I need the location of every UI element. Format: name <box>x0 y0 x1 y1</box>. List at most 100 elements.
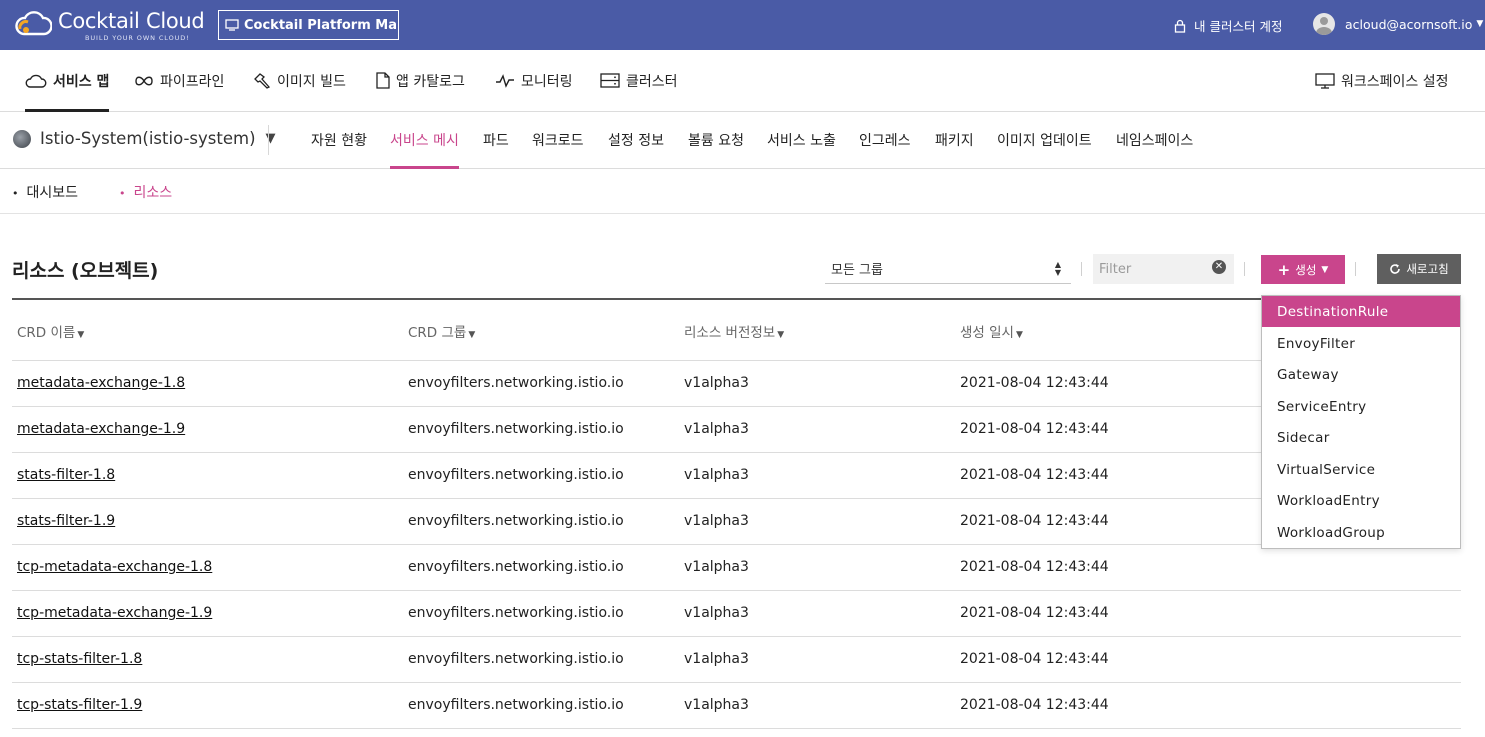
tab-image-update[interactable]: 이미지 업데이트 <box>997 112 1092 168</box>
brand-tagline: BUILD YOUR OWN CLOUD! <box>85 34 190 42</box>
menu-item-sidecar[interactable]: Sidecar <box>1262 422 1460 453</box>
crd-group-cell: envoyfilters.networking.istio.io <box>408 697 624 713</box>
column-header-resource-version[interactable]: 리소스 버전정보 ▼ <box>684 321 784 341</box>
nav-item-label: 서비스 맵 <box>53 73 110 90</box>
tab-label: 파드 <box>483 133 509 149</box>
table-row: tcp-stats-filter-1.9 envoyfilters.networ… <box>12 683 1461 729</box>
namespace-selector[interactable]: Istio-System(istio-system) ▼ <box>13 129 276 148</box>
group-select-value: 모든 그룹 <box>831 263 883 278</box>
table-header: CRD 이름 ▼ CRD 그룹 ▼ 리소스 버전정보 ▼ 생성 일시 ▼ <box>12 300 1461 361</box>
column-label: CRD 이름 <box>17 325 76 341</box>
refresh-button[interactable]: 새로고침 <box>1377 254 1461 284</box>
crd-name-link[interactable]: stats-filter-1.8 <box>17 467 115 483</box>
divider <box>268 125 269 155</box>
tab-label: 볼륨 요청 <box>688 133 744 149</box>
create-button-label: 생성 <box>1295 262 1317 277</box>
crd-group-cell: envoyfilters.networking.istio.io <box>408 467 624 483</box>
workspace-settings-link[interactable]: 워크스페이스 설정 <box>1315 50 1449 111</box>
crd-name-link[interactable]: metadata-exchange-1.9 <box>17 421 185 437</box>
tab-config[interactable]: 설정 정보 <box>608 112 664 168</box>
column-header-created-at[interactable]: 생성 일시 ▼ <box>960 321 1023 341</box>
table-row: metadata-exchange-1.8 envoyfilters.netwo… <box>12 361 1461 407</box>
user-email: acloud@acornsoft.io <box>1345 16 1473 32</box>
menu-item-destination-rule[interactable]: DestinationRule <box>1262 296 1460 327</box>
tab-label: 이미지 업데이트 <box>997 133 1092 149</box>
hammer-icon <box>254 72 271 89</box>
version-cell: v1alpha3 <box>684 421 749 437</box>
tab-packages[interactable]: 패키지 <box>935 112 974 168</box>
group-select[interactable]: 모든 그룹 ▲ ▼ <box>825 254 1071 284</box>
tab-label: 자원 현황 <box>311 133 367 149</box>
create-button[interactable]: + 생성 ▼ <box>1261 255 1345 284</box>
sort-down-icon: ▼ <box>1015 330 1023 340</box>
crd-group-cell: envoyfilters.networking.istio.io <box>408 651 624 667</box>
tab-service-exposure[interactable]: 서비스 노출 <box>767 112 836 168</box>
menu-item-workload-group[interactable]: WorkloadGroup <box>1262 517 1460 548</box>
tab-service-mesh[interactable]: 서비스 메시 <box>390 112 459 169</box>
user-menu[interactable]: acloud@acornsoft.io ▼ <box>1313 13 1483 35</box>
tab-namespace[interactable]: 네임스페이스 <box>1116 112 1193 168</box>
tab-label: 설정 정보 <box>608 133 664 149</box>
nav-item-cluster[interactable]: 클러스터 <box>600 50 678 111</box>
menu-item-service-entry[interactable]: ServiceEntry <box>1262 391 1460 422</box>
version-cell: v1alpha3 <box>684 467 749 483</box>
crd-name-link[interactable]: metadata-exchange-1.8 <box>17 375 185 391</box>
nav-item-service-map[interactable]: 서비스 맵 <box>25 50 110 112</box>
column-header-crd-name[interactable]: CRD 이름 ▼ <box>17 321 84 341</box>
nav-item-label: 앱 카탈로그 <box>396 73 465 90</box>
column-label: CRD 그룹 <box>408 325 467 341</box>
brand-name: Cocktail Cloud <box>58 9 205 33</box>
tab-resource-status[interactable]: 자원 현황 <box>311 112 367 168</box>
created-at-cell: 2021-08-04 12:43:44 <box>960 697 1109 713</box>
tab-resources[interactable]: 리소스 <box>119 182 173 202</box>
column-label: 생성 일시 <box>960 325 1014 341</box>
refresh-button-label: 새로고침 <box>1406 262 1449 276</box>
menu-item-virtual-service[interactable]: VirtualService <box>1262 454 1460 485</box>
tab-ingress[interactable]: 인그레스 <box>859 112 911 168</box>
nav-item-image-build[interactable]: 이미지 빌드 <box>253 50 346 111</box>
nav-item-label: 이미지 빌드 <box>277 73 346 90</box>
menu-item-gateway[interactable]: Gateway <box>1262 359 1460 390</box>
tab-dashboard[interactable]: 대시보드 <box>12 182 79 202</box>
created-at-cell: 2021-08-04 12:43:44 <box>960 513 1109 529</box>
main-nav: 서비스 맵 파이프라인 이미지 빌드 앱 카탈로그 모니터링 클러스터 워크스페… <box>0 50 1485 112</box>
menu-item-workload-entry[interactable]: WorkloadEntry <box>1262 485 1460 516</box>
crd-name-link[interactable]: tcp-stats-filter-1.8 <box>17 651 142 667</box>
crd-name-link[interactable]: stats-filter-1.9 <box>17 513 115 529</box>
nav-item-pipeline[interactable]: 파이프라인 <box>134 50 224 111</box>
plus-icon: + <box>1277 260 1291 279</box>
top-bar: Cocktail Cloud BUILD YOUR OWN CLOUD! Coc… <box>0 0 1485 50</box>
namespace-status-icon <box>13 129 31 148</box>
tab-label: 네임스페이스 <box>1116 133 1194 149</box>
menu-item-envoy-filter[interactable]: EnvoyFilter <box>1262 328 1460 359</box>
chevron-down-icon: ▼ <box>1476 19 1484 29</box>
tab-workloads[interactable]: 워크로드 <box>532 112 584 168</box>
crd-name-link[interactable]: tcp-metadata-exchange-1.8 <box>17 559 212 575</box>
tab-volume-claims[interactable]: 볼륨 요청 <box>688 112 744 168</box>
tab-pods[interactable]: 파드 <box>483 112 509 168</box>
divider <box>1244 262 1245 276</box>
tab-label: 패키지 <box>935 133 974 149</box>
column-header-crd-group[interactable]: CRD 그룹 ▼ <box>408 321 475 341</box>
monitor-icon <box>225 19 239 31</box>
sort-down-icon: ▼ <box>77 330 85 340</box>
nav-item-monitoring[interactable]: 모니터링 <box>495 50 573 111</box>
crd-name-link[interactable]: tcp-stats-filter-1.9 <box>17 697 142 713</box>
clear-filter-icon[interactable]: ✕ <box>1212 260 1226 274</box>
crd-name-link[interactable]: tcp-metadata-exchange-1.9 <box>17 605 212 621</box>
table-row: tcp-stats-filter-1.8 envoyfilters.networ… <box>12 637 1461 683</box>
nav-item-app-catalog[interactable]: 앱 카탈로그 <box>376 50 465 111</box>
column-label: 리소스 버전정보 <box>684 325 776 341</box>
table-row: metadata-exchange-1.9 envoyfilters.netwo… <box>12 407 1461 453</box>
document-icon <box>376 72 390 89</box>
tab-label: 서비스 메시 <box>390 133 459 149</box>
pulse-icon <box>496 73 514 88</box>
lock-icon <box>1174 19 1186 33</box>
platform-selector[interactable]: Cocktail Platform Ma··· <box>218 10 399 40</box>
version-cell: v1alpha3 <box>684 697 749 713</box>
crd-group-cell: envoyfilters.networking.istio.io <box>408 513 624 529</box>
cluster-account-link[interactable]: 내 클러스터 계정 <box>1174 16 1282 35</box>
crd-group-cell: envoyfilters.networking.istio.io <box>408 421 624 437</box>
platform-selector-label: Cocktail Platform Ma··· <box>244 17 398 33</box>
version-cell: v1alpha3 <box>684 559 749 575</box>
